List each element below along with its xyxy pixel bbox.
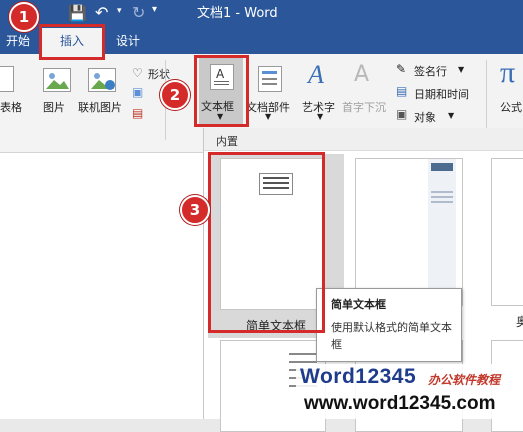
tooltip-title: 简单文本框 bbox=[331, 298, 386, 311]
wordart-dropdown-icon[interactable]: ▼ bbox=[317, 112, 323, 121]
gallery-section-label: 内置 bbox=[216, 135, 238, 148]
window-title: 文档1 - Word bbox=[197, 6, 278, 21]
highlight-textbox-button bbox=[194, 55, 249, 127]
tab-design[interactable]: 设计 bbox=[116, 28, 140, 54]
signature-line-icon: ✎ bbox=[396, 62, 407, 76]
gallery-item-3[interactable] bbox=[491, 158, 523, 306]
undo-icon[interactable]: ↶ bbox=[95, 3, 108, 22]
equation-button[interactable]: 公式 bbox=[500, 99, 522, 115]
tooltip-description: 使用默认格式的简单文本框 bbox=[331, 321, 452, 351]
undo-dropdown-icon[interactable]: ▾ bbox=[117, 6, 122, 16]
document-area[interactable] bbox=[0, 153, 203, 419]
redo-icon[interactable]: ↻ bbox=[132, 3, 145, 22]
date-time-icon: ▤ bbox=[396, 84, 408, 98]
watermark-url: www.word12345.com bbox=[304, 393, 496, 414]
gallery-item-2[interactable] bbox=[355, 158, 463, 306]
object-button[interactable]: 对象 bbox=[414, 109, 436, 125]
shapes-icon: ♡ bbox=[132, 66, 143, 80]
gallery-section-header: 内置 bbox=[204, 128, 523, 151]
object-icon: ▣ bbox=[396, 107, 408, 121]
customize-qat-icon[interactable]: ▾ bbox=[152, 4, 157, 15]
sidebar-stripe bbox=[428, 159, 456, 305]
tooltip: 简单文本框 使用默认格式的简单文本框 bbox=[316, 288, 462, 362]
online-picture-button[interactable]: 联机图片 bbox=[78, 99, 122, 115]
watermark-logo: Word12345 bbox=[300, 365, 417, 388]
highlight-simple-textbox bbox=[208, 152, 325, 333]
watermark-line-2: www.word12345.com bbox=[296, 392, 523, 419]
smartart-icon[interactable]: ▣ bbox=[132, 85, 143, 99]
table-icon bbox=[0, 66, 14, 92]
object-dropdown-icon[interactable]: ▼ bbox=[448, 111, 454, 120]
gallery-item-3-caption: 奥 bbox=[516, 315, 523, 329]
step-badge-3: 3 bbox=[180, 195, 210, 225]
save-icon[interactable]: 💾 bbox=[68, 4, 87, 22]
dropcap-icon: A bbox=[354, 62, 370, 87]
shapes-button[interactable]: 形状 bbox=[148, 66, 170, 82]
table-button[interactable]: 表格 bbox=[0, 99, 22, 115]
chart-icon[interactable]: ▤ bbox=[132, 106, 143, 120]
picture-icon bbox=[43, 68, 71, 92]
tab-home[interactable]: 开始 bbox=[6, 28, 30, 54]
quick-parts-icon bbox=[258, 66, 282, 92]
date-time-button[interactable]: 日期和时间 bbox=[414, 86, 469, 102]
signature-line-button[interactable]: 签名行 bbox=[414, 63, 447, 79]
watermark-tagline: 办公软件教程 bbox=[428, 373, 501, 387]
wordart-icon: A bbox=[308, 60, 324, 89]
signature-dropdown-icon[interactable]: ▼ bbox=[458, 65, 464, 74]
online-picture-icon bbox=[88, 68, 116, 92]
quick-parts-dropdown-icon[interactable]: ▼ bbox=[265, 112, 271, 121]
watermark-line-1: Word12345 办公软件教程 bbox=[296, 364, 523, 392]
step-badge-1: 1 bbox=[9, 2, 39, 32]
highlight-insert-tab bbox=[39, 24, 105, 60]
picture-button[interactable]: 图片 bbox=[43, 99, 65, 115]
step-badge-2: 2 bbox=[160, 80, 190, 110]
equation-icon: π bbox=[500, 56, 516, 89]
dropcap-button[interactable]: 首字下沉 bbox=[342, 99, 386, 115]
